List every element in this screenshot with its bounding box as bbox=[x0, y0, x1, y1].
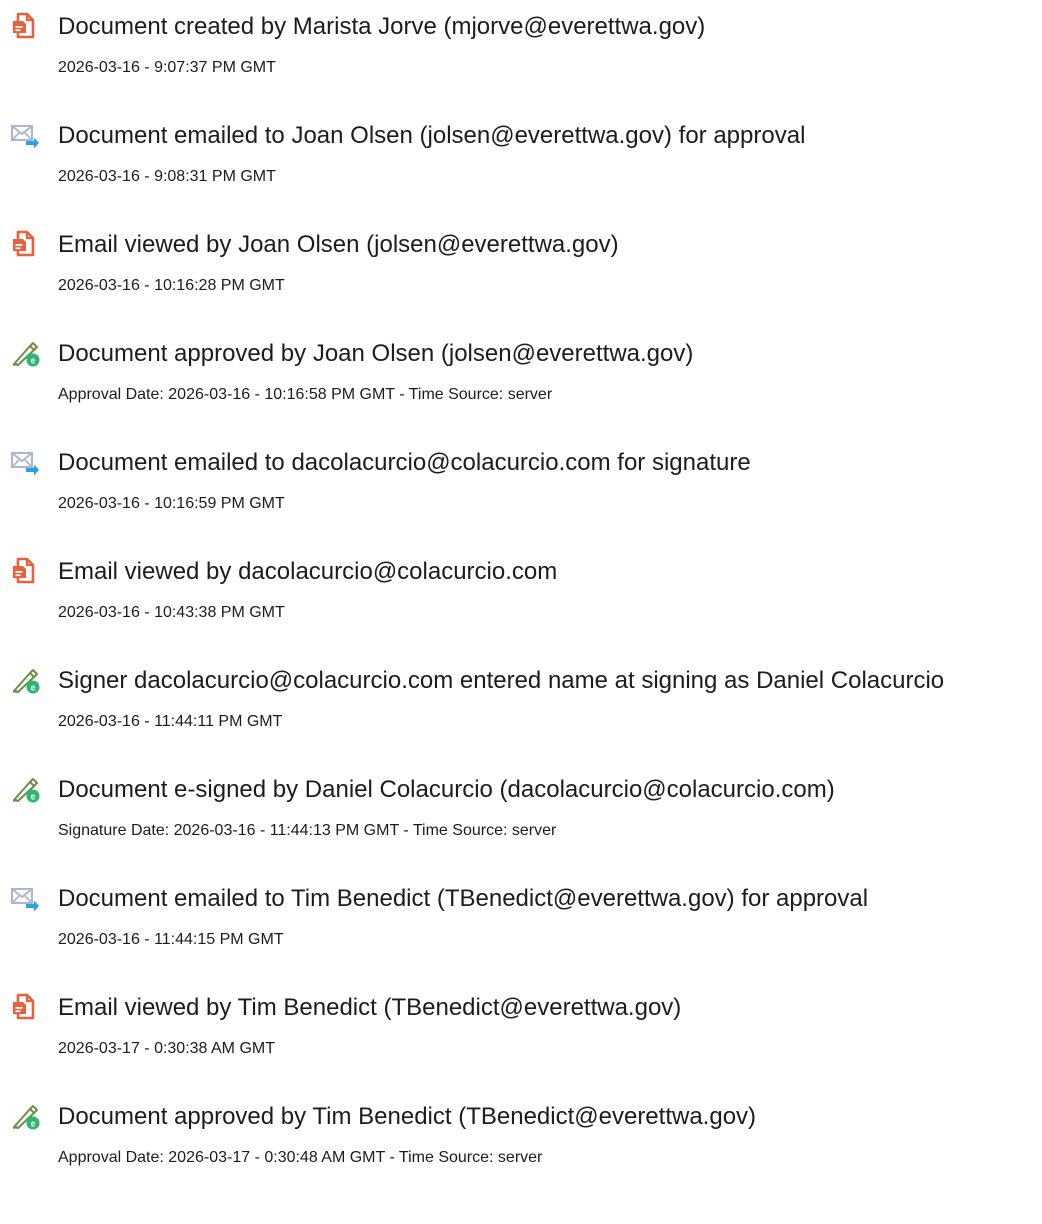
signature-icon: e bbox=[10, 1101, 40, 1131]
event-timestamp: 2026-03-16 - 10:16:28 PM GMT bbox=[58, 277, 285, 294]
document-icon bbox=[10, 11, 40, 41]
event-title: Email viewed by Joan Olsen (jolsen@evere… bbox=[58, 231, 619, 258]
audit-event: Document emailed to Tim Benedict (TBened… bbox=[0, 872, 1042, 952]
email-icon bbox=[10, 120, 40, 150]
audit-event: e Document approved by Tim Benedict (TBe… bbox=[0, 1090, 1042, 1170]
audit-event: Email viewed by Tim Benedict (TBenedict@… bbox=[0, 981, 1042, 1061]
audit-event: e Signer dacolacurcio@colacurcio.com ent… bbox=[0, 654, 1042, 734]
signature-icon: e bbox=[10, 774, 40, 804]
svg-text:e: e bbox=[30, 792, 35, 802]
event-timestamp: Approval Date: 2026-03-17 - 0:30:48 AM G… bbox=[58, 1149, 543, 1166]
event-timestamp: 2026-03-16 - 10:43:38 PM GMT bbox=[58, 604, 285, 621]
email-icon bbox=[10, 883, 40, 913]
event-timestamp: 2026-03-16 - 9:08:31 PM GMT bbox=[58, 168, 276, 185]
document-icon bbox=[10, 992, 40, 1022]
event-title: Email viewed by dacolacurcio@colacurcio.… bbox=[58, 558, 558, 585]
event-title: Document approved by Tim Benedict (TBene… bbox=[58, 1103, 757, 1130]
event-title: Document created by Marista Jorve (mjorv… bbox=[58, 13, 706, 40]
audit-event: Email viewed by Joan Olsen (jolsen@evere… bbox=[0, 218, 1042, 298]
event-timestamp: 2026-03-16 - 9:07:37 PM GMT bbox=[58, 59, 276, 76]
document-icon bbox=[10, 229, 40, 259]
audit-event: Document created by Marista Jorve (mjorv… bbox=[0, 0, 1042, 80]
signature-icon: e bbox=[10, 665, 40, 695]
svg-text:e: e bbox=[30, 683, 35, 693]
event-timestamp: Signature Date: 2026-03-16 - 11:44:13 PM… bbox=[58, 822, 557, 839]
event-timestamp: 2026-03-17 - 0:30:38 AM GMT bbox=[58, 1040, 275, 1057]
audit-event: e Document e-signed by Daniel Colacurcio… bbox=[0, 763, 1042, 843]
event-title: Document emailed to dacolacurcio@colacur… bbox=[58, 449, 751, 476]
svg-text:e: e bbox=[30, 356, 35, 366]
event-timestamp: Approval Date: 2026-03-16 - 10:16:58 PM … bbox=[58, 386, 553, 403]
event-timestamp: 2026-03-16 - 10:16:59 PM GMT bbox=[58, 495, 285, 512]
audit-event: Document emailed to Joan Olsen (jolsen@e… bbox=[0, 109, 1042, 189]
audit-event: Document emailed to dacolacurcio@colacur… bbox=[0, 436, 1042, 516]
audit-event: e Document approved by Joan Olsen (jolse… bbox=[0, 327, 1042, 407]
audit-event: Email viewed by dacolacurcio@colacurcio.… bbox=[0, 545, 1042, 625]
event-title: Document emailed to Tim Benedict (TBened… bbox=[58, 885, 869, 912]
signature-icon: e bbox=[10, 338, 40, 368]
event-title: Document emailed to Joan Olsen (jolsen@e… bbox=[58, 122, 806, 149]
document-icon bbox=[10, 556, 40, 586]
event-timestamp: 2026-03-16 - 11:44:11 PM GMT bbox=[58, 713, 283, 730]
event-title: Email viewed by Tim Benedict (TBenedict@… bbox=[58, 994, 682, 1021]
event-timestamp: 2026-03-16 - 11:44:15 PM GMT bbox=[58, 931, 284, 948]
email-icon bbox=[10, 447, 40, 477]
svg-text:e: e bbox=[30, 1119, 35, 1129]
event-title: Document approved by Joan Olsen (jolsen@… bbox=[58, 340, 694, 367]
event-title: Document e-signed by Daniel Colacurcio (… bbox=[58, 776, 835, 803]
event-title: Signer dacolacurcio@colacurcio.com enter… bbox=[58, 667, 945, 694]
